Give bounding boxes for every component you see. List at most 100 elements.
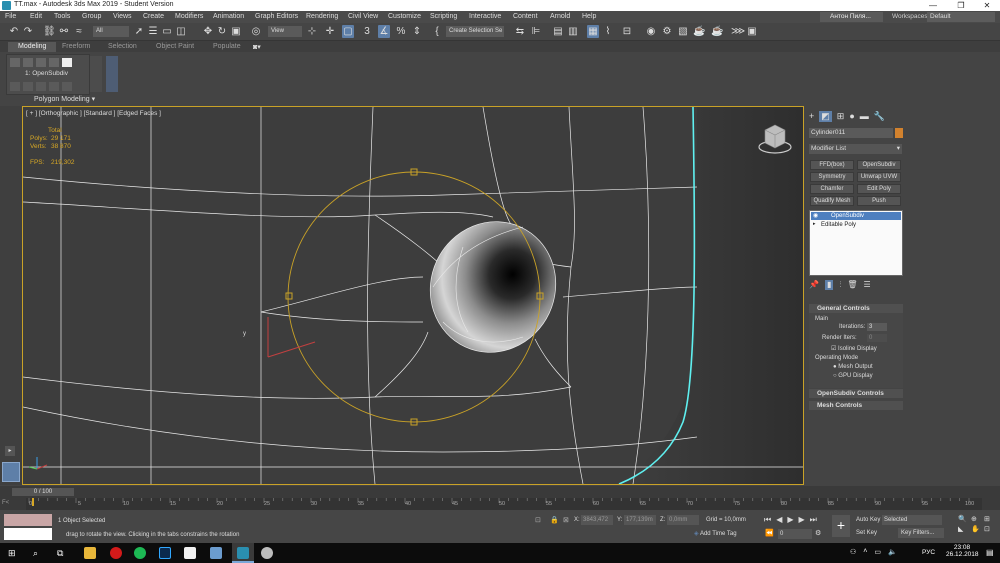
modifier-button-unwrap-uvw[interactable]: Unwrap UVW	[857, 172, 901, 182]
render-in-cloud-icon[interactable]: ⋙	[731, 25, 745, 38]
modifier-button-ffd[interactable]: FFD(box)	[810, 160, 854, 170]
menu-civil-view[interactable]: Civil View	[348, 13, 378, 20]
ribbon-options-icon[interactable]: ◙▾	[253, 43, 261, 51]
render-production-icon[interactable]: ☕	[693, 25, 705, 38]
selection-set-dropdown[interactable]: Selected	[882, 515, 942, 525]
object-name-field[interactable]: Cylinder011	[809, 128, 893, 138]
volume-icon[interactable]: 🔈	[888, 548, 897, 556]
link-icon[interactable]: ⛓	[43, 25, 56, 38]
isolate-selection-icon[interactable]: ⊡	[535, 516, 541, 524]
modifier-button-edit-poly[interactable]: Edit Poly	[857, 184, 901, 194]
show-hidden-icons-icon[interactable]: ˄	[863, 548, 867, 556]
time-configuration-icon[interactable]: ⚙	[815, 529, 821, 537]
menu-arnold[interactable]: Arnold	[550, 13, 570, 20]
autodesk-a360-gallery-icon[interactable]: ▣	[746, 25, 758, 38]
pivot-center-icon[interactable]: ⊹	[306, 25, 318, 38]
angle-snap-icon[interactable]: ∡	[378, 25, 390, 38]
toggle-ribbon-icon[interactable]: ▦	[587, 25, 599, 38]
named-selection-dropdown[interactable]: Create Selection Se	[446, 26, 504, 37]
menu-edit[interactable]: Edit	[30, 13, 42, 20]
windows-start-icon[interactable]: ⊞	[8, 548, 16, 559]
people-icon[interactable]: ⚇	[850, 548, 856, 556]
redo-icon[interactable]: ↷	[22, 25, 34, 38]
tab-populate[interactable]: Populate	[203, 42, 251, 52]
modifier-list-dropdown[interactable]: Modifier List ▾	[809, 144, 902, 154]
tab-selection[interactable]: Selection	[98, 42, 147, 52]
pan-view-icon[interactable]: ✋	[971, 525, 982, 533]
spotify-icon[interactable]	[134, 547, 146, 559]
viewport-orthographic[interactable]: y [ + ] [Orthographic ] [Standard ] [Edg…	[22, 106, 804, 485]
key-mode-toggle-icon[interactable]: ⏪	[765, 529, 775, 539]
scale-icon[interactable]: ▣	[230, 25, 242, 38]
move-icon[interactable]: ✥	[202, 25, 214, 38]
maximize-button[interactable]: ❐	[948, 0, 974, 11]
material-editor-icon[interactable]: ◉	[645, 25, 657, 38]
show-end-result-icon[interactable]: ▮	[824, 280, 834, 290]
opera-icon[interactable]	[110, 547, 122, 559]
isoline-display-checkbox[interactable]: ☑ Isoline Display	[831, 345, 877, 352]
snaps-toggle-icon[interactable]: 3	[361, 25, 373, 38]
mesh-output-radio[interactable]: ● Mesh Output	[833, 364, 873, 370]
gpu-display-radio[interactable]: ○ GPU Display	[833, 373, 873, 379]
close-button[interactable]: ✕	[974, 0, 1000, 11]
display-tab-icon[interactable]: ▬	[860, 111, 869, 122]
zoom-all-icon[interactable]: ⊕	[971, 515, 982, 523]
timeline-toggle-icon[interactable]: F<	[2, 500, 9, 506]
toggle-scene-explorer-icon[interactable]: ▤	[552, 25, 564, 38]
rollup-general-controls[interactable]: General Controls	[809, 304, 903, 313]
photos-icon[interactable]	[184, 547, 196, 559]
polygon-mode-icon[interactable]	[49, 58, 59, 67]
user-account-dropdown[interactable]: Антон Пиля...	[820, 12, 883, 22]
zoom-extents-icon[interactable]: ⊞	[984, 515, 995, 523]
reference-coordinate-dropdown[interactable]: View	[268, 26, 302, 37]
menu-tools[interactable]: Tools	[54, 13, 70, 20]
expand-arrow-icon[interactable]: ▸	[5, 446, 15, 456]
menu-group[interactable]: Group	[82, 13, 101, 20]
menu-animation[interactable]: Animation	[213, 13, 244, 20]
menu-rendering[interactable]: Rendering	[306, 13, 338, 20]
edge-mode-icon[interactable]	[23, 58, 33, 67]
render-iters-spinner[interactable]: 0	[867, 334, 887, 342]
key-filters-button[interactable]: Key Filters...	[898, 528, 944, 538]
toggle-layer-explorer-icon[interactable]: ▥	[567, 25, 579, 38]
viewport-layout-icon[interactable]	[2, 462, 20, 482]
zoom-icon[interactable]: 🔍	[958, 515, 969, 523]
search-icon[interactable]: ⌕	[33, 548, 38, 559]
eye-icon[interactable]: ◉	[813, 212, 818, 219]
pin-stack-icon[interactable]: 📌	[809, 280, 819, 290]
rollup-opensubdiv-controls[interactable]: OpenSubdiv Controls	[809, 389, 903, 398]
render-setup-icon[interactable]: ⚙	[661, 25, 673, 38]
hierarchy-tab-icon[interactable]: ⊞	[837, 111, 845, 122]
object-color-swatch[interactable]	[895, 128, 903, 138]
menu-create[interactable]: Create	[143, 13, 164, 20]
create-tab-icon[interactable]: +	[809, 111, 814, 122]
modifier-button-chamfer[interactable]: Chamfer	[810, 184, 854, 194]
tab-freeform[interactable]: Freeform	[52, 42, 100, 52]
menu-file[interactable]: File	[5, 13, 16, 20]
undo-icon[interactable]: ↶	[8, 25, 20, 38]
time-slider[interactable]: 0 / 100	[12, 488, 74, 496]
rectangle-selection-icon[interactable]: ▭	[161, 25, 173, 38]
field-of-view-icon[interactable]: ◣	[958, 525, 969, 533]
menu-graph-editors[interactable]: Graph Editors	[255, 13, 298, 20]
ribbon-tool-icon[interactable]	[23, 82, 33, 91]
modifier-button-push[interactable]: Push	[857, 196, 901, 206]
motion-tab-icon[interactable]: ●	[849, 111, 854, 122]
expand-arrow-icon[interactable]: ▸	[813, 221, 816, 227]
tab-modeling[interactable]: Modeling	[8, 42, 57, 52]
unlink-icon[interactable]: ⚯	[58, 25, 70, 38]
maxscript-listener[interactable]	[4, 514, 52, 526]
next-frame-icon[interactable]: ▶	[799, 515, 805, 525]
viewport-label-menu[interactable]: [ + ] [Orthographic ] [Standard ] [Edged…	[26, 110, 161, 117]
make-unique-icon[interactable]: ⫶	[839, 280, 841, 290]
y-coordinate-field[interactable]: 177,139m	[624, 515, 656, 525]
taskbar-3dsmax-active[interactable]	[232, 543, 254, 563]
polygon-modeling-label[interactable]: Polygon Modeling ▾	[34, 95, 95, 103]
go-to-end-icon[interactable]: ⏭	[810, 515, 817, 525]
iterations-spinner[interactable]: 3	[867, 323, 887, 331]
element-mode-icon[interactable]	[62, 58, 72, 67]
percent-snap-icon[interactable]: %	[395, 25, 407, 38]
modifier-button-symmetry[interactable]: Symmetry	[810, 172, 854, 182]
mirror-icon[interactable]: ⇆	[514, 25, 526, 38]
menu-views[interactable]: Views	[113, 13, 132, 20]
